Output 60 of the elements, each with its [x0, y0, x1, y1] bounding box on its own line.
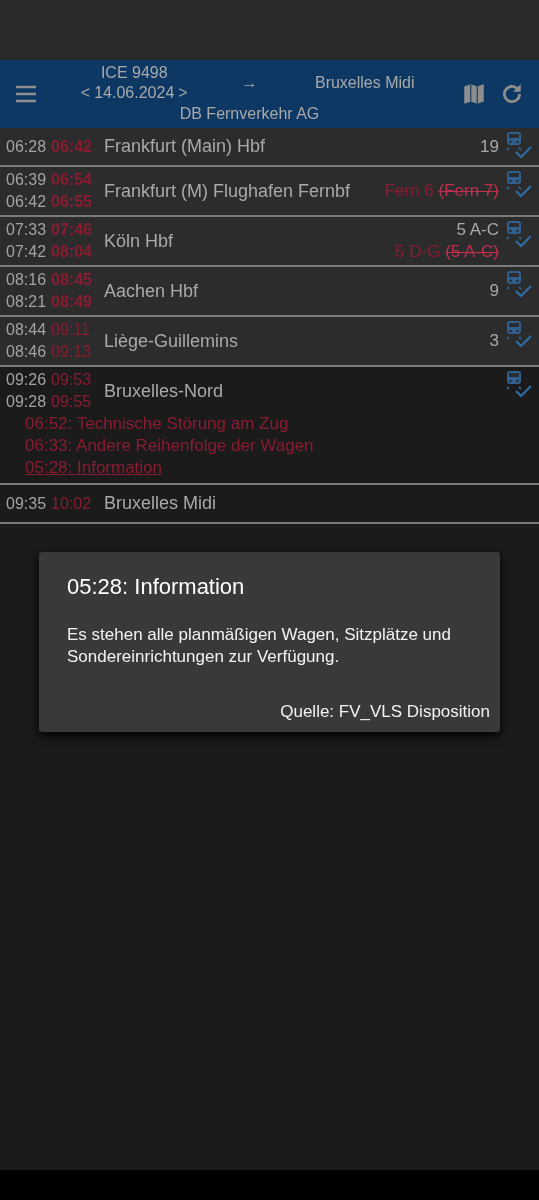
planned-time: 06:42: [6, 192, 47, 212]
train-check-icon[interactable]: [505, 269, 533, 299]
planned-time: 06:28: [6, 136, 47, 157]
actual-time: 06:55: [51, 192, 92, 212]
message: 06:33: Andere Reihenfolge der Wagen: [25, 435, 315, 457]
train-check-icon[interactable]: [505, 130, 533, 160]
operator: DB Fernverkehr AG: [179, 104, 320, 124]
planned-time: 07:33: [6, 220, 47, 240]
train-check-icon[interactable]: [505, 369, 533, 399]
stop-row[interactable]: 06:39 06:54 06:42 06:55 Frankfurt (M) Flughafen Fernbf Fern 6 (Fern 7): [0, 167, 539, 217]
actual-time: 09:53: [51, 370, 92, 390]
travel-date: 14.06.2024: [94, 83, 175, 103]
station-name: Köln Hbf: [104, 230, 175, 252]
stop-row[interactable]: 07:33 07:46 07:42 08:04 Köln Hbf 5 A-C 5 D-G (5 A-C): [0, 217, 539, 267]
actual-time: 09:11: [51, 320, 90, 340]
train-check-icon[interactable]: [505, 319, 533, 349]
destination: Bruxelles Midi: [314, 73, 415, 93]
actual-time: 08:04: [51, 242, 92, 262]
previous-day-button[interactable]: <: [76, 84, 95, 102]
actual-time: 10:02: [51, 493, 92, 514]
stop-row[interactable]: 08:44 09:11 08:46 09:13 Liège-Guillemins 3: [0, 317, 539, 367]
platform: Fern 6 (Fern 7): [384, 180, 499, 202]
station-name: Liège-Guillemins: [104, 330, 240, 352]
station-name: Frankfurt (Main) Hbf: [104, 136, 267, 157]
actual-time: 08:49: [51, 292, 92, 312]
station-name: Aachen Hbf: [104, 280, 200, 302]
platform: 19: [480, 135, 499, 158]
platform: 5 A-C: [456, 219, 499, 241]
actual-time: 07:46: [51, 220, 92, 240]
planned-time: 08:16: [6, 270, 47, 290]
train-number: ICE 9498: [100, 63, 168, 83]
direction-arrow: →: [241, 73, 258, 93]
next-day-button[interactable]: >: [174, 84, 192, 102]
actual-time: 09:55: [51, 392, 92, 412]
stop-row[interactable]: 06:28 06:42 Frankfurt (Main) Hbf 19: [0, 128, 539, 167]
dialog-source: Quelle: FV_VLS Disposition: [279, 702, 490, 722]
planned-time: 09:35: [6, 493, 47, 514]
station-name: Bruxelles Midi: [104, 493, 218, 514]
planned-time: 06:39: [6, 170, 47, 190]
platform: 5 D-G (5 A-C): [395, 241, 499, 263]
actual-time: 06:54: [51, 170, 92, 190]
dialog-text: Es stehen alle planmäßigen Wagen, Sitzplätze und Sondereinrichtungen zur Verfügung.: [67, 624, 452, 668]
message: 06:52: Technische Störung am Zug: [25, 413, 290, 435]
dialog-title: 05:28: Information: [67, 574, 246, 600]
station-name: Bruxelles-Nord: [104, 380, 225, 402]
station-name: Frankfurt (M) Flughafen Fernbf: [104, 180, 352, 202]
actual-time: 06:42: [51, 136, 92, 157]
planned-time: 07:42: [6, 242, 47, 262]
planned-time: 08:21: [6, 292, 47, 312]
planned-time: 08:46: [6, 342, 47, 362]
planned-time: 08:44: [6, 320, 47, 340]
planned-time: 09:28: [6, 392, 47, 412]
actual-time: 08:45: [51, 270, 92, 290]
actual-time: 09:13: [51, 342, 92, 362]
train-check-icon[interactable]: [505, 219, 533, 249]
stop-row[interactable]: 08:16 08:45 08:21 08:49 Aachen Hbf 9: [0, 267, 539, 317]
train-check-icon[interactable]: [505, 169, 533, 199]
planned-time: 09:26: [6, 370, 47, 390]
platform: 3: [489, 330, 499, 352]
platform: 9: [489, 280, 499, 302]
